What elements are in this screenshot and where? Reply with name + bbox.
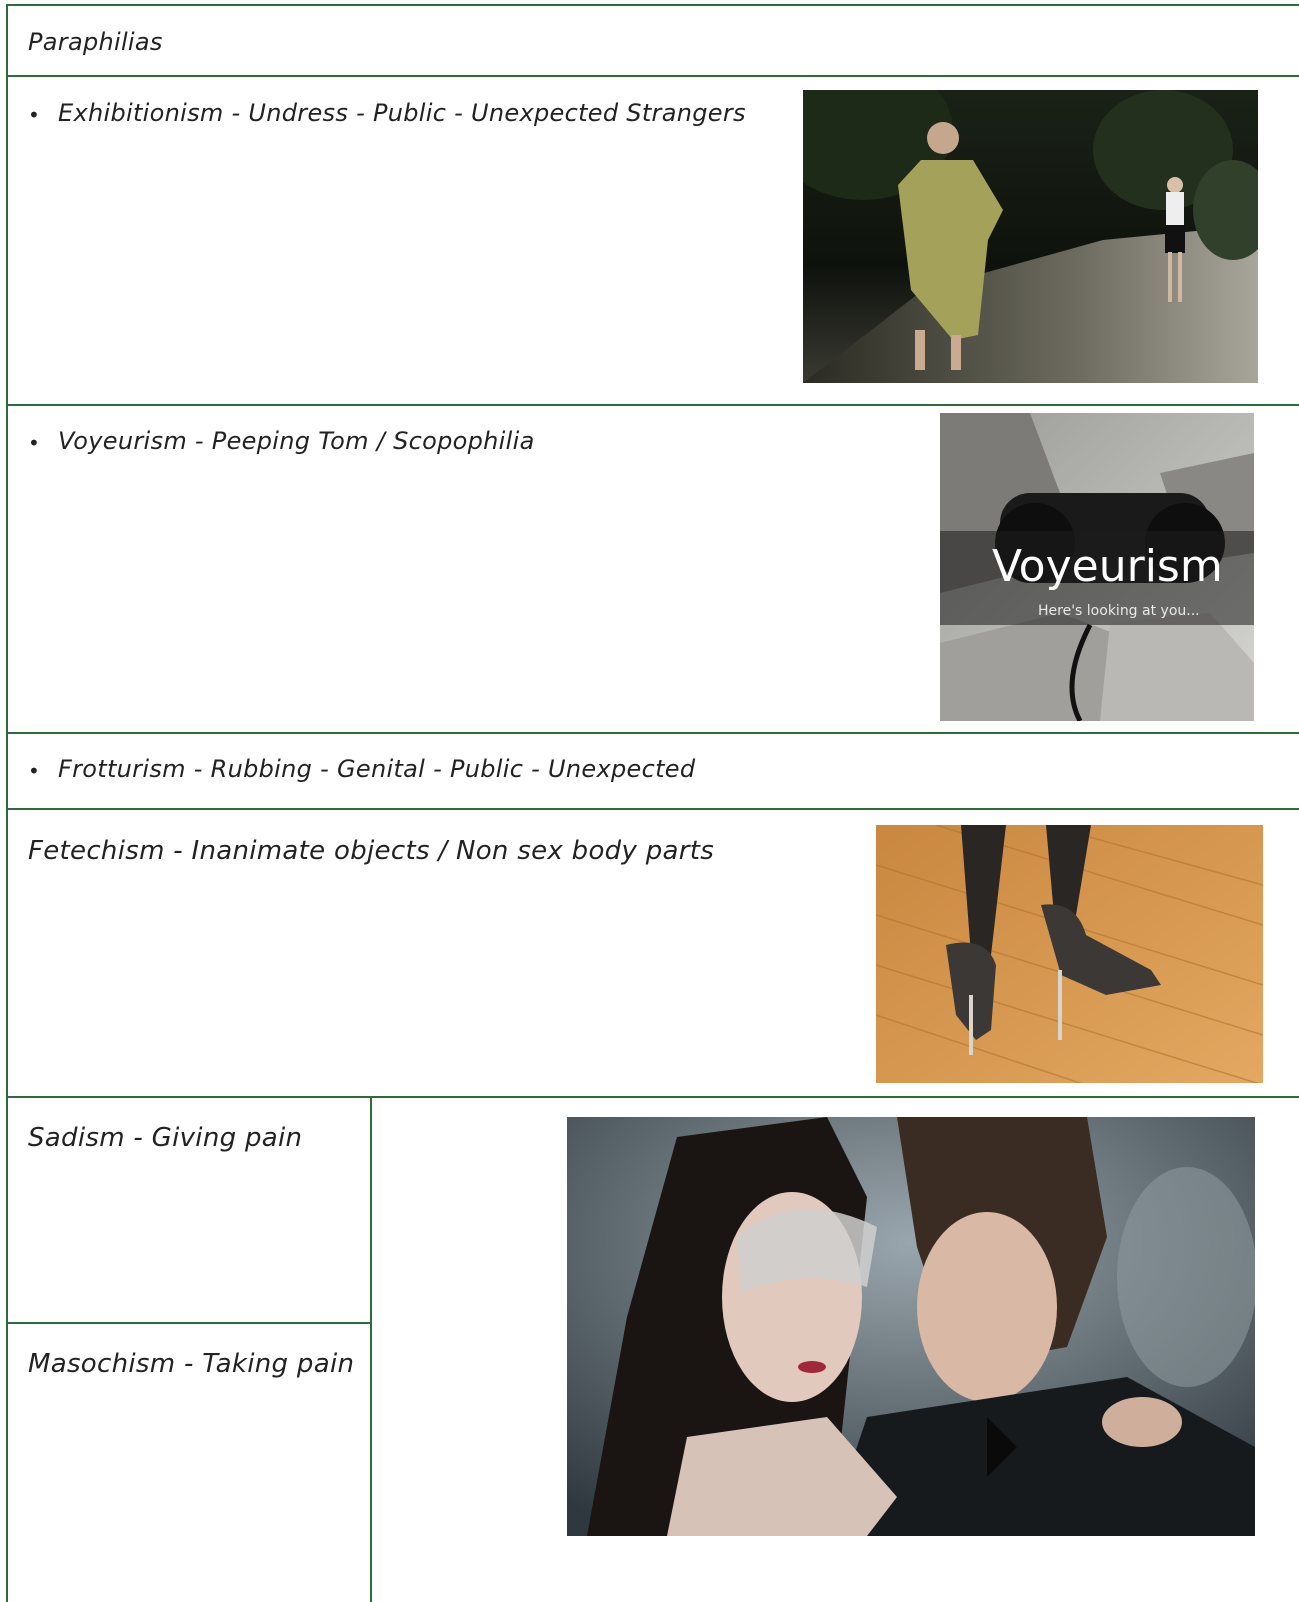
sadomasochism-photo [567, 1117, 1255, 1536]
voyeurism-photo: Voyeurism Here's looking at you... [940, 413, 1254, 721]
exhibitionism-photo [803, 90, 1258, 383]
table-border-left [6, 4, 8, 1602]
bullet-marker: • [28, 759, 40, 783]
page-title: Paraphilias [28, 28, 163, 56]
row-divider [6, 732, 1299, 734]
sadism-label: Sadism - Giving pain [28, 1123, 303, 1153]
bullet-marker: • [28, 103, 40, 127]
table-border-top [6, 4, 1299, 6]
fetishism-label: Fetechism - Inanimate objects / Non sex … [28, 836, 715, 866]
row-divider [6, 808, 1299, 810]
row-divider [6, 1096, 1299, 1098]
voyeurism-image-caption: Here's looking at you... [1038, 603, 1200, 619]
cell-divider [6, 1322, 371, 1324]
row-divider [6, 404, 1299, 406]
fetishism-photo [876, 825, 1263, 1083]
voyeurism-image-title: Voyeurism [992, 541, 1223, 592]
column-divider [370, 1096, 372, 1602]
row-divider [6, 75, 1299, 77]
document-page: Paraphilias • Exhibitionism - Undress - … [0, 0, 1299, 1602]
masochism-label: Masochism - Taking pain [28, 1349, 355, 1379]
exhibitionism-label: Exhibitionism - Undress - Public - Unexp… [58, 99, 746, 127]
bullet-marker: • [28, 431, 40, 455]
voyeurism-label: Voyeurism - Peeping Tom / Scopophilia [58, 427, 535, 455]
frotturism-label: Frotturism - Rubbing - Genital - Public … [58, 755, 696, 783]
